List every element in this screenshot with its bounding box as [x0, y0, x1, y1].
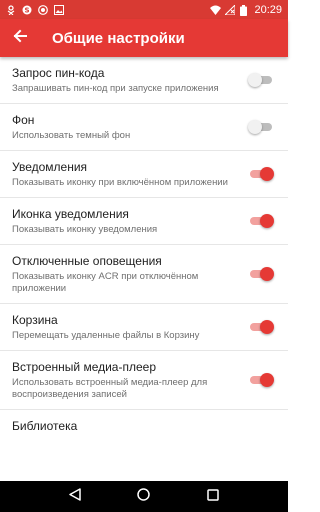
- clock: 20:29: [254, 3, 282, 16]
- record-icon: [38, 4, 48, 15]
- trash-switch[interactable]: [248, 319, 274, 335]
- setting-summary: Показывать иконку при включённом приложе…: [12, 177, 228, 188]
- setting-summary: Показывать иконку ACR при отключённом пр…: [12, 271, 199, 294]
- notification-icons: S: [6, 4, 64, 15]
- skype-icon: S: [22, 5, 32, 15]
- setting-summary: Показывать иконку уведомления: [12, 224, 158, 235]
- setting-title: Уведомления: [12, 160, 88, 174]
- setting-library[interactable]: Библиотека: [0, 410, 288, 442]
- setting-title: Запрос пин-кода: [12, 66, 105, 80]
- setting-title: Встроенный медиа-плеер: [12, 360, 156, 374]
- setting-title: Библиотека: [12, 419, 78, 433]
- navigation-bar: [0, 481, 288, 512]
- dark-background-switch[interactable]: [248, 119, 274, 135]
- svg-text:S: S: [24, 6, 29, 14]
- setting-summary: Запрашивать пин-код при запуске приложен…: [12, 83, 219, 94]
- nav-back-button[interactable]: [65, 487, 85, 507]
- photo-icon: [54, 4, 64, 15]
- no-sim-icon: [224, 3, 236, 15]
- media-player-switch[interactable]: [248, 372, 274, 388]
- back-button[interactable]: [0, 19, 40, 57]
- system-icons: 20:29: [210, 3, 282, 16]
- setting-notification-icon[interactable]: Иконка уведомления Показывать иконку уве…: [0, 198, 288, 245]
- ok-icon: [6, 4, 16, 15]
- settings-list[interactable]: Запрос пин-кода Запрашивать пин-код при …: [0, 57, 288, 481]
- nav-home-button[interactable]: [134, 487, 154, 507]
- recents-icon: [207, 488, 220, 506]
- setting-notifications[interactable]: Уведомления Показывать иконку при включё…: [0, 151, 288, 198]
- setting-summary: Перемещать удаленные файлы в Корзину: [12, 330, 200, 341]
- setting-summary: Использовать встроенный медиа-плеер для …: [12, 377, 208, 400]
- disabled-alerts-switch[interactable]: [248, 266, 274, 282]
- pin-request-switch[interactable]: [248, 72, 274, 88]
- notification-icon-switch[interactable]: [248, 213, 274, 229]
- wifi-icon: [210, 5, 222, 15]
- battery-icon: [240, 4, 248, 16]
- setting-pin-request[interactable]: Запрос пин-кода Запрашивать пин-код при …: [0, 57, 288, 104]
- setting-title: Фон: [12, 113, 35, 127]
- page-title: Общие настройки: [52, 29, 185, 47]
- back-icon: [68, 487, 81, 506]
- nav-recents-button[interactable]: [203, 487, 223, 507]
- setting-background[interactable]: Фон Использовать темный фон: [0, 104, 288, 151]
- home-icon: [137, 487, 151, 506]
- notifications-switch[interactable]: [248, 166, 274, 182]
- setting-media-player[interactable]: Встроенный медиа-плеер Использовать встр…: [0, 351, 288, 410]
- app-bar: Общие настройки: [0, 19, 288, 57]
- setting-title: Отключенные оповещения: [12, 254, 162, 268]
- setting-trash[interactable]: Корзина Перемещать удаленные файлы в Кор…: [0, 304, 288, 351]
- setting-title: Корзина: [12, 313, 58, 327]
- status-bar: S 20:29: [0, 0, 288, 19]
- setting-summary: Использовать темный фон: [12, 130, 131, 141]
- setting-disabled-alerts[interactable]: Отключенные оповещения Показывать иконку…: [0, 245, 288, 304]
- setting-title: Иконка уведомления: [12, 207, 129, 221]
- arrow-back-icon: [13, 29, 27, 48]
